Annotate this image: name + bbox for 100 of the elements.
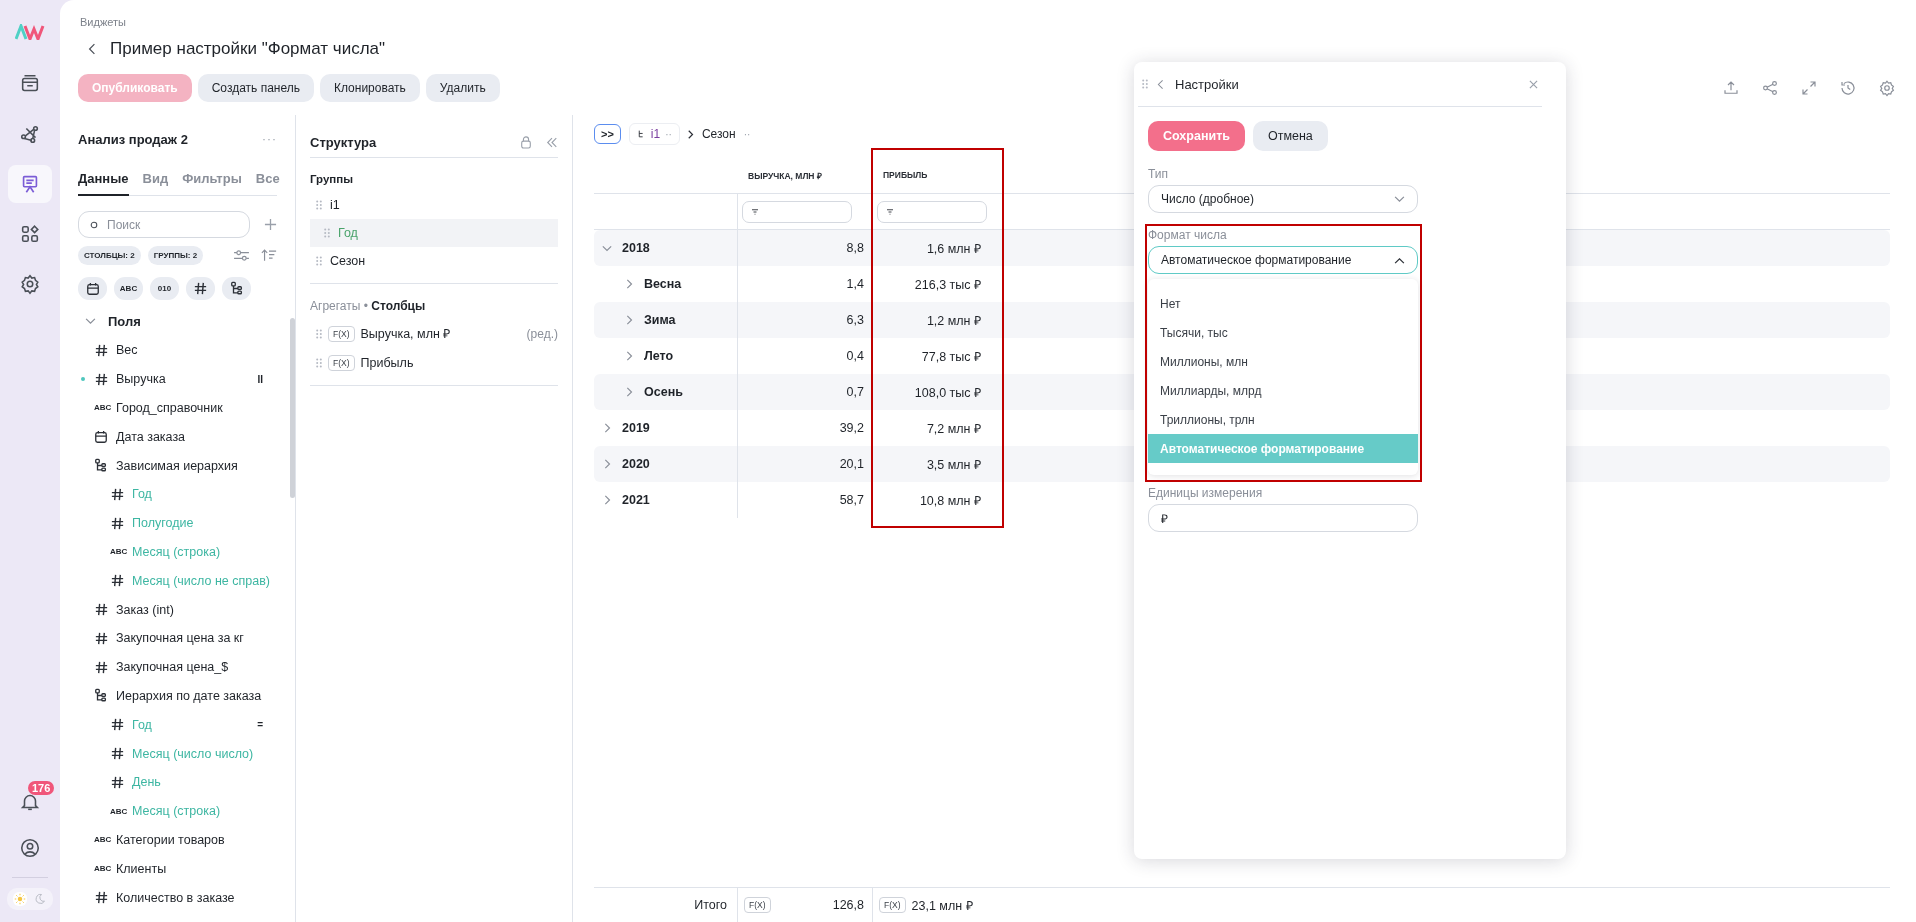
chevron-icon[interactable] (602, 459, 612, 469)
field-name[interactable]: Клиенты (116, 861, 167, 876)
add-icon[interactable] (264, 218, 277, 231)
field-label: Единицы измерения (1148, 486, 1264, 500)
filter-icon (751, 208, 759, 215)
chevron-icon[interactable] (602, 423, 612, 433)
hash-icon (110, 573, 125, 589)
filter-field[interactable] (877, 200, 987, 223)
field-name[interactable]: Зависимая иерархия (116, 458, 238, 473)
type-filter[interactable] (222, 277, 251, 300)
sort-icon[interactable] (261, 249, 277, 262)
drag-handle-icon[interactable] (324, 228, 330, 238)
aggregate-name[interactable]: Выручка, млн ₽ (360, 325, 521, 342)
hash-icon (110, 774, 125, 790)
dropdown-option[interactable]: Нет (1148, 289, 1418, 318)
chevron-icon[interactable] (624, 315, 634, 325)
type-select[interactable]: Число (дробное) (1148, 185, 1418, 213)
type-label: ABC (110, 547, 128, 557)
chevron-icon (1394, 256, 1405, 264)
field-name[interactable]: Закупочная цена_$ (116, 660, 229, 675)
table-cell: 6,3 (737, 302, 872, 338)
calendar-icon (85, 281, 100, 296)
field-name[interactable]: Дата заказа (116, 429, 186, 444)
units-field[interactable]: ₽ (1148, 504, 1418, 532)
action-button[interactable]: Клонировать (319, 74, 420, 102)
hash-icon (110, 515, 125, 531)
moon-icon[interactable] (34, 893, 46, 905)
action-button[interactable]: Удалить (425, 74, 500, 102)
breadcrumb[interactable]: Виджеты (80, 16, 1898, 30)
chevron-icon[interactable] (602, 243, 612, 253)
type-filter[interactable] (78, 277, 107, 300)
section-label[interactable]: Поля (108, 313, 141, 329)
history-icon[interactable] (1839, 79, 1857, 97)
tab[interactable]: Данные (78, 171, 129, 196)
dropdown-option[interactable]: Триллионы, трлн (1148, 405, 1418, 434)
field-name[interactable]: Выручка (116, 372, 166, 387)
close-icon[interactable] (1529, 79, 1538, 89)
drag-handle-icon[interactable] (316, 200, 322, 210)
chevron-icon[interactable] (624, 279, 634, 289)
search-field[interactable]: Поиск (78, 211, 250, 238)
chevron-icon[interactable] (85, 317, 96, 325)
field-label: Формат числа (1148, 228, 1228, 242)
hierarchy-icon (229, 281, 244, 296)
drag-handle-icon[interactable] (1142, 79, 1148, 89)
table-cell: 0,7 (737, 374, 872, 410)
hierarchy-icon (94, 458, 108, 474)
column-header[interactable]: ВЫРУЧКА, МЛН ₽ (737, 157, 872, 193)
sliders-icon[interactable] (233, 249, 250, 262)
format-select[interactable]: Автоматическое форматирование (1148, 246, 1418, 274)
aggregate-name[interactable]: Прибыль (360, 355, 558, 370)
nav-item[interactable] (8, 165, 52, 203)
field-name[interactable]: Закупочная цена за кг (116, 631, 244, 646)
field-name[interactable]: Категории товаров (116, 832, 225, 847)
total-value: 23,1 млн ₽ (911, 897, 973, 914)
collapse-icon[interactable] (546, 136, 558, 148)
drag-handle-icon[interactable] (316, 256, 322, 266)
field-name[interactable]: Количество в заказе (116, 890, 235, 905)
scrollbar-thumb[interactable] (290, 318, 295, 498)
level-chip[interactable]: i1 ·· (628, 123, 680, 145)
expand-button[interactable]: >> (594, 124, 621, 144)
type-filter[interactable]: 010 (150, 277, 179, 300)
group-item[interactable]: Сезон (310, 247, 558, 275)
type-filter[interactable]: ABC (114, 277, 143, 300)
chevron-icon[interactable] (602, 495, 612, 505)
group-item[interactable]: i1 (310, 191, 558, 219)
count-chip[interactable]: СТОЛБЦЫ: 2 (78, 246, 141, 265)
dropdown-option[interactable]: Миллиарды, млрд (1148, 376, 1418, 405)
field-name[interactable]: Заказ (int) (116, 602, 174, 617)
hash-icon (94, 890, 109, 906)
grid-icon (19, 223, 41, 245)
share-icon[interactable] (1761, 79, 1779, 97)
back-icon[interactable] (1157, 78, 1164, 90)
cancel-button[interactable]: Отмена (1252, 121, 1328, 151)
table-cell: 20,1 (737, 446, 872, 482)
theme-toggle[interactable] (7, 888, 53, 910)
dropdown-option[interactable]: Миллионы, млн (1148, 347, 1418, 376)
type-filter[interactable] (186, 277, 215, 300)
settings-icon[interactable] (1878, 79, 1896, 97)
level-label[interactable]: Сезон (701, 127, 736, 141)
field-name[interactable]: Город_справочник (116, 401, 223, 415)
lock-icon[interactable] (520, 135, 532, 149)
filter-field[interactable] (742, 200, 852, 223)
dropdown-option[interactable]: Тысячи, тыс (1148, 318, 1418, 347)
sun-icon[interactable] (14, 893, 26, 905)
drag-handle-icon[interactable] (316, 328, 322, 339)
field-name[interactable]: Иерархия по дате заказа (116, 688, 262, 703)
column-header[interactable]: ПРИБЫЛЬ (872, 157, 1007, 193)
total-value: 126,8 (832, 898, 865, 912)
drag-handle-icon[interactable] (316, 357, 322, 368)
fullscreen-icon[interactable] (1800, 79, 1818, 97)
user-icon[interactable] (19, 837, 41, 859)
count-chip[interactable]: ГРУППЫ: 2 (147, 246, 204, 265)
action-button[interactable]: Создать панель (197, 74, 314, 102)
field-name[interactable]: Вес (116, 343, 138, 358)
chevron-icon[interactable] (624, 387, 634, 397)
chevron-icon[interactable] (624, 351, 634, 361)
table-cell: 8,8 (737, 230, 872, 266)
upload-icon[interactable] (1722, 79, 1740, 97)
back-icon[interactable] (88, 43, 96, 55)
logo-icon (15, 24, 45, 40)
